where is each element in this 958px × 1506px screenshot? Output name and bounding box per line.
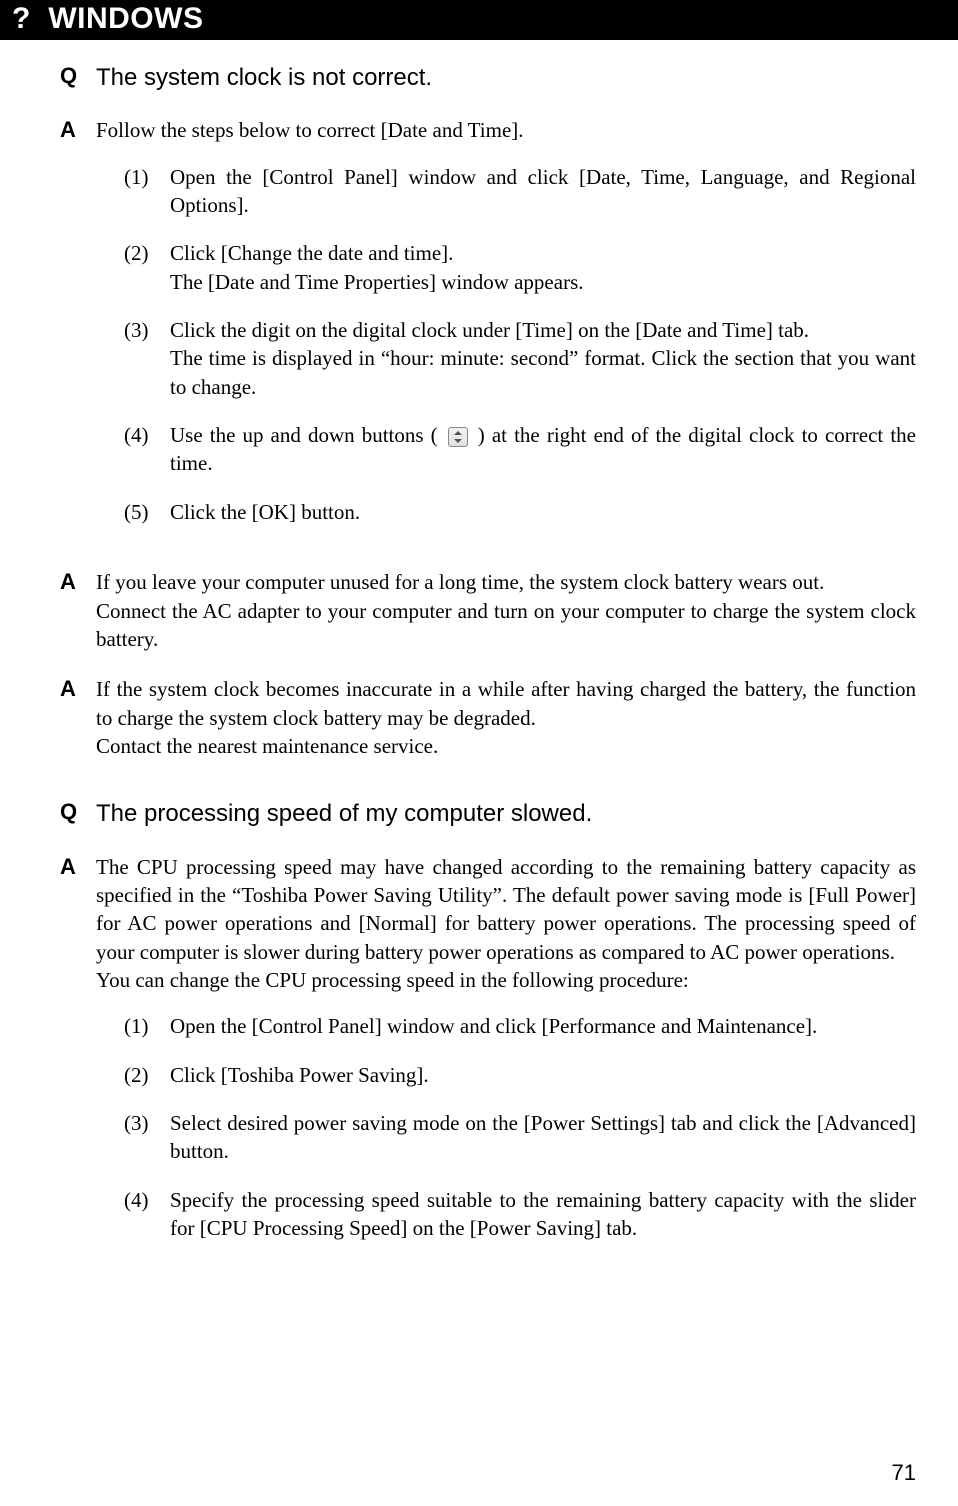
a-label: A [60,116,96,145]
step-text-pre: Use the up and down buttons ( [170,423,445,447]
answer-intro: Follow the steps below to correct [Date … [96,116,916,144]
page-content: Q The system clock is not correct. A Fol… [0,62,958,1262]
step-text: Click [Change the date and time].The [Da… [170,239,916,296]
question-row: Q The system clock is not correct. [60,62,916,94]
steps-list: (1) Open the [Control Panel] window and … [96,163,916,526]
answer-block-2: A If you leave your computer unused for … [60,568,916,653]
answer-text: Follow the steps below to correct [Date … [96,116,916,546]
answer-text: If the system clock becomes inaccurate i… [96,675,916,760]
a-label: A [60,568,96,597]
question-row: Q The processing speed of my computer sl… [60,798,916,830]
answer-intro: The CPU processing speed may have change… [96,853,916,995]
answer-row: A Follow the steps below to correct [Dat… [60,116,916,546]
step-number: (3) [124,1109,170,1137]
answer-block-4: A The CPU processing speed may have chan… [60,853,916,1263]
step-number: (2) [124,239,170,267]
question-block-2: Q The processing speed of my computer sl… [60,798,916,830]
step-text: Click the digit on the digital clock und… [170,316,916,401]
answer-block-1: A Follow the steps below to correct [Dat… [60,116,916,546]
answer-text: If you leave your computer unused for a … [96,568,916,653]
answer-row: A If the system clock becomes inaccurate… [60,675,916,760]
header-question-mark: ? [12,2,30,36]
section-header: ? WINDOWS [0,0,958,40]
step-number: (2) [124,1061,170,1089]
list-item: (4) Specify the processing speed suitabl… [124,1186,916,1243]
step-text: Click [Toshiba Power Saving]. [170,1061,916,1089]
step-text: Open the [Control Panel] window and clic… [170,163,916,220]
step-text: Specify the processing speed suitable to… [170,1186,916,1243]
question-text: The system clock is not correct. [96,62,432,94]
page-number: 71 [892,1460,916,1486]
step-text: Open the [Control Panel] window and clic… [170,1012,916,1040]
step-number: (1) [124,163,170,191]
answer-text: The CPU processing speed may have change… [96,853,916,1263]
step-number: (4) [124,421,170,449]
question-block-1: Q The system clock is not correct. [60,62,916,94]
q-label: Q [60,798,96,827]
answer-row: A The CPU processing speed may have chan… [60,853,916,1263]
step-number: (4) [124,1186,170,1214]
step-text: Select desired power saving mode on the … [170,1109,916,1166]
list-item: (2) Click [Toshiba Power Saving]. [124,1061,916,1089]
step-text: Click the [OK] button. [170,498,916,526]
list-item: (1) Open the [Control Panel] window and … [124,1012,916,1040]
answer-block-3: A If the system clock becomes inaccurate… [60,675,916,760]
steps-list: (1) Open the [Control Panel] window and … [96,1012,916,1242]
a-label: A [60,853,96,882]
list-item: (5) Click the [OK] button. [124,498,916,526]
list-item: (2) Click [Change the date and time].The… [124,239,916,296]
list-item: (1) Open the [Control Panel] window and … [124,163,916,220]
step-number: (3) [124,316,170,344]
question-text: The processing speed of my computer slow… [96,798,592,830]
step-number: (5) [124,498,170,526]
list-item: (3) Select desired power saving mode on … [124,1109,916,1166]
spinner-icon [448,427,468,447]
step-number: (1) [124,1012,170,1040]
list-item: (3) Click the digit on the digital clock… [124,316,916,401]
list-item: (4) Use the up and down buttons ( ) at t… [124,421,916,478]
header-title: WINDOWS [48,2,203,36]
answer-row: A If you leave your computer unused for … [60,568,916,653]
q-label: Q [60,62,96,91]
step-text: Use the up and down buttons ( ) at the r… [170,421,916,478]
a-label: A [60,675,96,704]
